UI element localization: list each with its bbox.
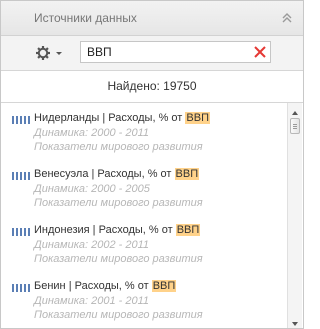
triangle-down-icon: [292, 322, 298, 326]
search-highlight: ВВП: [174, 168, 200, 180]
list-item[interactable]: Индонезия | Расходы, % от ВВП Динамика: …: [1, 215, 287, 271]
list-item[interactable]: Бенин | Расходы, % от ВВП Динамика: 2001…: [1, 271, 287, 327]
time-series-icon: [12, 284, 30, 292]
item-country: Венесуэла: [34, 168, 89, 180]
data-sources-panel: Источники данных ВВП Найдено: 19750 Ниде…: [0, 0, 304, 329]
item-source: Показатели мирового развития: [34, 141, 203, 153]
red-x-icon: [254, 46, 266, 58]
item-indicator: Расходы, % от: [108, 112, 186, 124]
time-series-icon: [12, 228, 30, 236]
item-dynamics: Динамика: 2000 - 2005: [34, 183, 150, 195]
item-dynamics: Динамика: 2001 - 2011: [34, 295, 150, 307]
triangle-up-icon: [292, 111, 298, 115]
item-indicator: Расходы, % от: [98, 224, 176, 236]
scroll-up-button[interactable]: [290, 105, 300, 115]
item-country: Бенин: [34, 280, 66, 292]
collapse-button[interactable]: [279, 10, 295, 26]
time-series-icon: [12, 172, 30, 180]
item-title: Бенин | Расходы, % от ВВП: [34, 280, 177, 292]
search-highlight: ВВП: [175, 224, 201, 236]
item-dynamics: Динамика: 2000 - 2011: [34, 127, 150, 139]
search-field: [80, 41, 271, 63]
item-source: Показатели мирового развития: [34, 197, 203, 209]
item-source: Показатели мирового развития: [34, 253, 203, 265]
scroll-thumb[interactable]: [290, 118, 300, 134]
time-series-icon: [12, 116, 30, 124]
item-separator: |: [99, 112, 109, 124]
item-title: Нидерланды | Расходы, % от ВВП: [34, 112, 210, 124]
clear-search-button[interactable]: [253, 45, 267, 59]
panel-title: Источники данных: [34, 11, 137, 25]
item-dynamics: Динамика: 2002 - 2011: [34, 239, 150, 251]
gear-icon: [36, 46, 62, 60]
list-item[interactable]: Венесуэла | Расходы, % от ВВП Динамика: …: [1, 159, 287, 215]
search-highlight: ВВП: [151, 280, 177, 292]
double-chevron-up-icon: [282, 13, 292, 23]
panel-header: Источники данных: [1, 1, 303, 36]
settings-dropdown-button[interactable]: [33, 44, 67, 62]
item-title: Индонезия | Расходы, % от ВВП: [34, 224, 201, 236]
results-count: Найдено: 19750: [1, 71, 303, 103]
search-highlight: ВВП: [185, 112, 210, 124]
item-country: Индонезия: [34, 224, 90, 236]
item-indicator: Расходы, % от: [97, 168, 175, 180]
item-title: Венесуэла | Расходы, % от ВВП: [34, 168, 200, 180]
results-list: Нидерланды | Расходы, % от ВВП Динамика:…: [1, 103, 287, 328]
search-toolbar: [1, 36, 303, 71]
item-country: Нидерланды: [34, 112, 100, 124]
item-separator: |: [65, 280, 75, 292]
item-separator: |: [89, 224, 99, 236]
search-input[interactable]: [81, 42, 249, 62]
list-item[interactable]: Нидерланды | Расходы, % от ВВП Динамика:…: [1, 103, 287, 159]
caret-down-icon: [56, 52, 62, 55]
item-indicator: Расходы, % от: [74, 280, 152, 292]
item-source: Показатели мирового развития: [34, 309, 203, 321]
scroll-down-button[interactable]: [290, 316, 300, 326]
list-scrollbar[interactable]: [287, 103, 302, 328]
